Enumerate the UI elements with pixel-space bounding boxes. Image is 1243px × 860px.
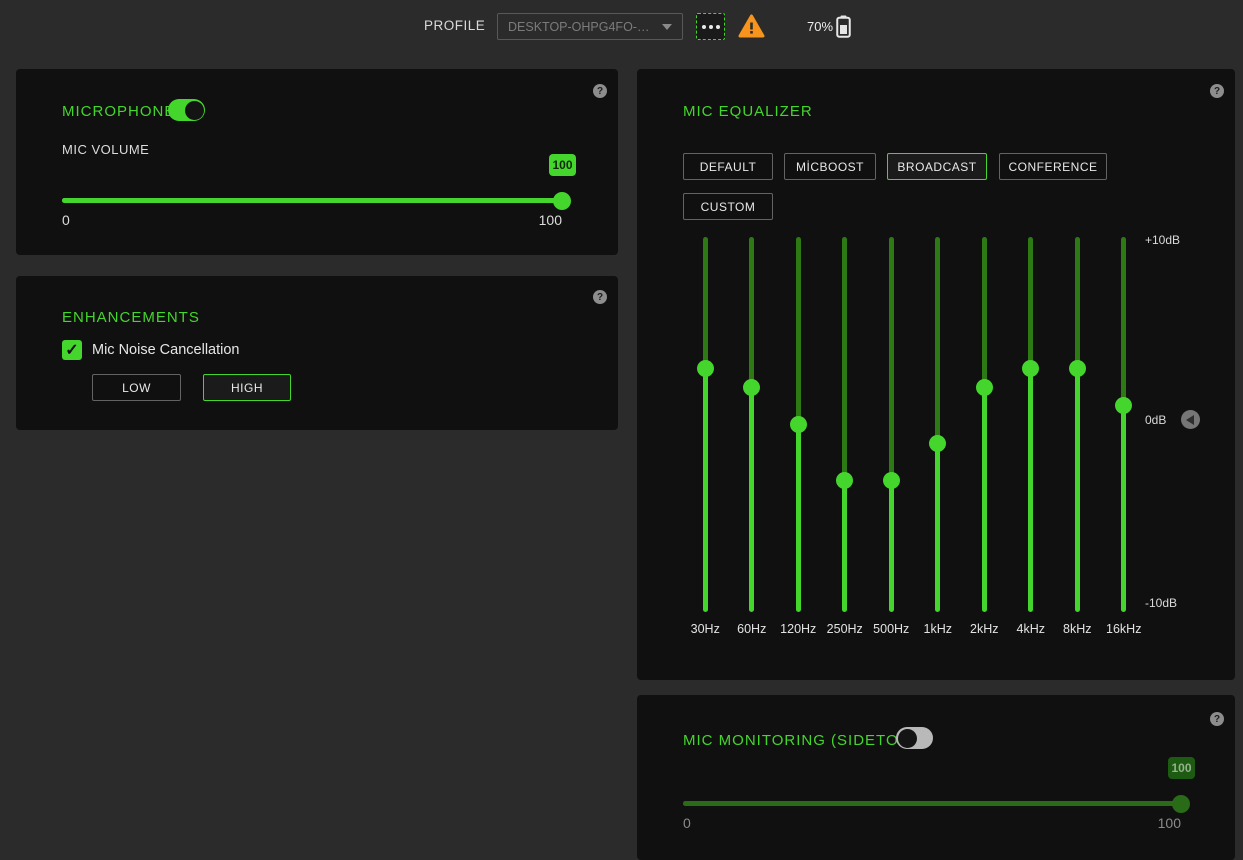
eq-slider-handle[interactable] xyxy=(836,472,854,490)
profile-dropdown[interactable]: DESKTOP-OHPG4FO-… xyxy=(497,13,683,40)
battery-percent: 70% xyxy=(807,19,834,34)
eq-frequency-labels: 30Hz 60Hz 120Hz 250Hz 500Hz 1kHz 2kHz 4k… xyxy=(682,622,1147,636)
slider-value-badge: 100 xyxy=(549,154,576,176)
eq-band[interactable] xyxy=(682,237,729,612)
mic-volume-slider[interactable]: 100 0 100 xyxy=(62,154,576,236)
slider-min-label: 0 xyxy=(62,212,70,228)
eq-slider-handle[interactable] xyxy=(789,416,807,433)
equalizer-bands xyxy=(682,237,1147,612)
toggle-knob xyxy=(184,100,204,120)
mic-monitoring-title: MIC MONITORING (SIDETONE) xyxy=(683,732,928,749)
sidetone-volume-slider[interactable]: 100 0 100 xyxy=(683,757,1195,839)
eq-slider-handle[interactable] xyxy=(929,434,947,452)
eq-slider-handle[interactable] xyxy=(975,378,993,396)
preset-default-button[interactable]: DEFAULT xyxy=(683,153,773,180)
eq-band[interactable] xyxy=(1101,237,1148,612)
mic-monitoring-toggle[interactable] xyxy=(896,727,933,749)
profile-dropdown-value: DESKTOP-OHPG4FO-… xyxy=(508,19,650,34)
eq-freq-label: 16kHz xyxy=(1106,622,1142,636)
slider-handle[interactable] xyxy=(553,191,571,210)
eq-band[interactable] xyxy=(775,237,822,612)
low-button[interactable]: LOW xyxy=(92,374,181,401)
slider-fill xyxy=(62,198,562,203)
eq-scale-mid: 0dB xyxy=(1145,413,1167,427)
eq-slider-handle[interactable] xyxy=(743,378,761,396)
preset-broadcast-button[interactable]: BROADCAST xyxy=(887,153,987,180)
eq-freq-label: 30Hz xyxy=(690,622,720,636)
eq-band[interactable] xyxy=(729,237,776,612)
eq-band[interactable] xyxy=(961,237,1008,612)
eq-slider-handle[interactable] xyxy=(696,359,714,377)
microphone-card: ? MICROPHONE MIC VOLUME 100 0 100 xyxy=(16,69,618,255)
mic-equalizer-title: MIC EQUALIZER xyxy=(683,103,813,120)
ellipsis-icon xyxy=(701,24,706,29)
profile-label: PROFILE xyxy=(424,18,486,33)
eq-freq-label: 250Hz xyxy=(826,622,863,636)
eq-freq-label: 120Hz xyxy=(780,622,817,636)
eq-freq-label: 4kHz xyxy=(1016,622,1045,636)
preset-conference-button[interactable]: CONFERENCE xyxy=(999,153,1107,180)
eq-slider-handle[interactable] xyxy=(1022,359,1040,377)
enhancements-card: ? ENHANCEMENTS ✓ Mic Noise Cancellation … xyxy=(16,276,618,430)
preset-micboost-button[interactable]: MİCBOOST xyxy=(784,153,876,180)
slider-value-badge: 100 xyxy=(1168,757,1195,779)
top-bar: PROFILE DESKTOP-OHPG4FO-… 70% xyxy=(0,0,1243,52)
slider-fill xyxy=(683,801,1181,806)
chevron-down-icon xyxy=(662,23,672,30)
eq-slider-handle[interactable] xyxy=(1115,397,1133,415)
eq-freq-label: 8kHz xyxy=(1063,622,1092,636)
microphone-toggle[interactable] xyxy=(168,99,205,121)
eq-scale-max: +10dB xyxy=(1145,233,1181,247)
razer-synapse-mic-settings: { "colors": { "accent": "#44d62c", "acce… xyxy=(0,0,1243,860)
help-icon[interactable]: ? xyxy=(593,290,607,304)
mic-monitoring-card: ? MIC MONITORING (SIDETONE) 100 0 100 xyxy=(637,695,1235,860)
warning-icon[interactable] xyxy=(738,14,765,43)
help-icon[interactable]: ? xyxy=(1210,84,1224,98)
eq-slider-handle[interactable] xyxy=(1068,359,1086,377)
toggle-knob xyxy=(897,728,917,748)
noise-cancellation-checkbox[interactable]: ✓ xyxy=(62,340,82,360)
eq-band[interactable] xyxy=(868,237,915,612)
arrow-left-icon xyxy=(1185,414,1194,425)
noise-cancellation-label: Mic Noise Cancellation xyxy=(92,342,240,358)
mic-volume-label: MIC VOLUME xyxy=(62,142,150,157)
more-options-button[interactable] xyxy=(696,13,725,40)
high-button[interactable]: HIGH xyxy=(203,374,291,401)
eq-freq-label: 1kHz xyxy=(923,622,952,636)
eq-freq-label: 2kHz xyxy=(970,622,999,636)
slider-min-label: 0 xyxy=(683,815,691,831)
eq-band[interactable] xyxy=(1054,237,1101,612)
help-icon[interactable]: ? xyxy=(593,84,607,98)
slider-handle[interactable] xyxy=(1172,794,1190,813)
battery-icon xyxy=(836,15,851,43)
eq-slider-handle[interactable] xyxy=(882,472,900,490)
eq-freq-label: 500Hz xyxy=(873,622,910,636)
eq-band[interactable] xyxy=(822,237,869,612)
enhancements-title: ENHANCEMENTS xyxy=(62,309,200,326)
slider-max-label: 100 xyxy=(538,212,562,228)
help-icon[interactable]: ? xyxy=(1210,712,1224,726)
eq-scale-min: -10dB xyxy=(1145,596,1178,610)
microphone-title: MICROPHONE xyxy=(62,103,176,120)
mic-equalizer-card: ? MIC EQUALIZER DEFAULT MİCBOOST BROADCA… xyxy=(637,69,1235,680)
eq-freq-label: 60Hz xyxy=(737,622,767,636)
slider-max-label: 100 xyxy=(1157,815,1181,831)
eq-band[interactable] xyxy=(1008,237,1055,612)
preset-custom-button[interactable]: CUSTOM xyxy=(683,193,773,220)
eq-collapse-button[interactable] xyxy=(1181,410,1200,429)
eq-band[interactable] xyxy=(915,237,962,612)
